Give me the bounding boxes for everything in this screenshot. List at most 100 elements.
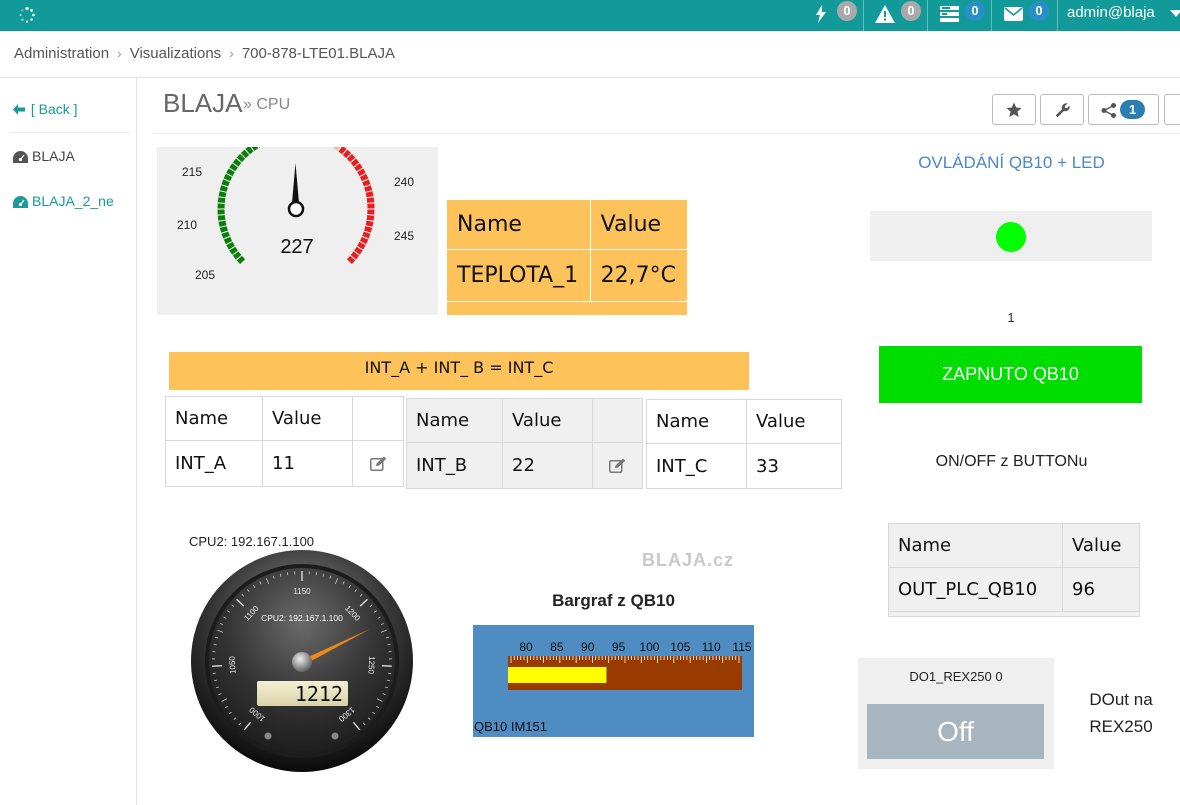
table-cell-value: 22 [502, 442, 593, 489]
gauge-tick-mark [367, 202, 375, 204]
int-equation-banner: INT_A + INT_ B = INT_C [169, 352, 749, 390]
alerts-messages-button[interactable]: 0 [991, 0, 1057, 31]
table-cell-value: 33 [746, 443, 842, 489]
chevron-right-icon: › [117, 45, 122, 62]
alerts-bolt-button[interactable]: 0 [806, 0, 863, 31]
favorite-button[interactable] [992, 94, 1036, 125]
breadcrumb-divider [0, 77, 1180, 78]
sidebar-divider [9, 132, 130, 133]
cpu-gauge-hub [292, 652, 312, 672]
table-cell-name: INT_B [406, 442, 503, 489]
breadcrumb-current: 700-878-LTE01.BLAJA [241, 44, 395, 62]
gauge-tick-mark [367, 214, 375, 216]
bargraph-tick-label: 80 [519, 640, 533, 654]
table-header-empty [592, 398, 643, 443]
table-footer [888, 611, 1140, 617]
qb10-toggle-button[interactable]: ZAPNUTO QB10 [879, 346, 1142, 403]
gauge-tick-240: 240 [394, 175, 414, 189]
top-navbar: 0 0 0 0 admin@blaja [0, 0, 1180, 31]
settings-button[interactable] [1040, 94, 1084, 125]
table-header-value: Value [262, 396, 353, 441]
back-link[interactable]: [ Back ] [13, 101, 78, 117]
share-button[interactable]: 1 [1088, 94, 1159, 125]
temperature-table: Name Value TEPLOTA_1 22,7°C [446, 199, 689, 316]
table-cell-value: 96 [1062, 567, 1140, 612]
wrench-icon [1055, 103, 1070, 118]
page-subtitle: » CPU [243, 96, 291, 113]
gauge-tick-205: 205 [195, 268, 215, 282]
table-cell-name: TEPLOTA_1 [446, 249, 591, 302]
dashboard-icon [13, 151, 28, 163]
gauge-tick-215: 215 [182, 165, 202, 179]
bargraph-tick-label: 95 [612, 640, 626, 654]
user-name: admin@blaja [1067, 4, 1155, 21]
bolt-icon [816, 5, 826, 23]
caret-down-icon [1170, 10, 1180, 17]
chevron-right-icon: › [229, 45, 234, 62]
table-cell-value: 22,7°C [589, 249, 689, 302]
bargraph-label: QB10 IM151 [474, 719, 547, 734]
qb10-control-title: OVLÁDÁNÍ QB10 + LED [918, 153, 1105, 172]
page-title: BLAJA [163, 88, 243, 118]
edit-icon [369, 456, 386, 471]
cpu-tick-mark [212, 664, 223, 667]
cpu-tick-label: 1150 [293, 587, 311, 596]
table-cell-name: OUT_PLC_QB10 [888, 567, 1063, 612]
cpu-gauge: 1000105011001150120012501300 CPU2: 192.1… [191, 550, 413, 772]
sidebar-item-label: BLAJA_2_ne [32, 193, 114, 209]
spinner-logo-icon[interactable] [18, 6, 36, 24]
cpu-gauge-inner-label: CPU2: 192.167.1.100 [261, 613, 343, 623]
gauge-hub [287, 200, 305, 218]
bargraph-tick-label: 85 [550, 640, 564, 654]
bargraph-tick-label: 90 [581, 640, 595, 654]
gauge-tick-mark [217, 214, 225, 216]
warning-icon [875, 5, 895, 23]
back-label: [ Back ] [30, 101, 78, 117]
table-header-name: Name [888, 523, 1063, 568]
bargraph-title: Bargraf z QB10 [552, 591, 675, 610]
led-panel [870, 211, 1152, 261]
qb10-state-value: 1 [1007, 310, 1015, 325]
int-a-table: Name Value INT_A 11 [165, 396, 404, 487]
int-b-table: Name Value INT_B 22 [406, 398, 643, 489]
do1-rex250-panel: DO1_REX250 0 Off [858, 658, 1054, 769]
tasks-count-badge: 0 [965, 1, 985, 21]
breadcrumb: Administration › Visualizations › 700-878-LT… [14, 44, 395, 64]
cpu-gauge-value: 1212 [295, 682, 343, 706]
cpu-tick-label: 1050 [228, 655, 238, 674]
bolt-count-badge: 0 [837, 1, 857, 21]
more-button[interactable] [1164, 94, 1180, 125]
do1-off-button[interactable]: Off [867, 704, 1044, 759]
star-icon [1006, 102, 1022, 117]
edit-int-b-button[interactable] [592, 442, 643, 489]
sidebar: [ Back ] BLAJA BLAJA_2_ne [0, 78, 137, 805]
sidebar-item-blaja-2-ne[interactable]: BLAJA_2_ne [13, 193, 114, 209]
table-header-name: Name [406, 398, 503, 443]
out-plc-table: Name Value OUT_PLC_QB10 96 [888, 523, 1140, 617]
messages-count-badge: 0 [1029, 1, 1049, 21]
breadcrumb-visualizations[interactable]: Visualizations [130, 45, 221, 62]
user-menu[interactable]: admin@blaja [1057, 0, 1180, 31]
warning-count-badge: 0 [901, 1, 921, 21]
title-divider [153, 133, 1180, 134]
dashboard-icon [13, 196, 28, 208]
gauge-tick-210: 210 [177, 218, 197, 232]
alerts-warning-button[interactable]: 0 [863, 0, 927, 31]
gauge-value: 227 [280, 236, 313, 258]
table-header-value: Value [502, 398, 593, 443]
int-c-table: Name Value INT_C 33 [646, 399, 842, 489]
edit-int-a-button[interactable] [352, 440, 404, 487]
table-header-value: Value [1062, 523, 1140, 568]
dout-label-line1: DOut na [1089, 690, 1153, 709]
breadcrumb-administration[interactable]: Administration [14, 45, 109, 62]
alerts-tasks-button[interactable]: 0 [927, 0, 991, 31]
sidebar-item-label: BLAJA [32, 148, 75, 164]
table-cell-name: INT_A [165, 440, 263, 487]
bargraph: 80 85 90 95 100 105 110 115 [508, 640, 752, 690]
led-indicator [996, 222, 1026, 252]
table-cell-value: 11 [262, 440, 353, 487]
gauge-tick-mark [217, 202, 225, 204]
share-count-badge: 1 [1120, 100, 1145, 119]
arrow-left-icon [13, 104, 25, 115]
sidebar-item-blaja[interactable]: BLAJA [13, 148, 75, 164]
